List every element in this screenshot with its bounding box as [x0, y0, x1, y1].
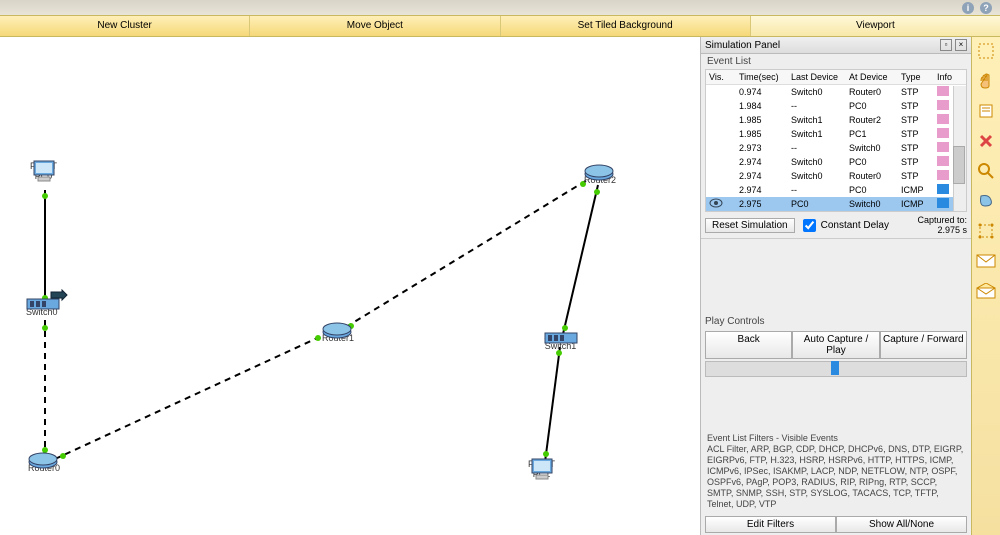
select-tool-icon[interactable] — [976, 41, 996, 61]
show-all-none-button[interactable]: Show All/None — [836, 516, 967, 533]
new-cluster-button[interactable]: New Cluster — [0, 16, 250, 36]
resize-tool-icon[interactable] — [976, 221, 996, 241]
event-row[interactable]: 2.974Switch0Router0STP — [706, 169, 966, 183]
help-icon[interactable]: ? — [980, 2, 992, 14]
back-button[interactable]: Back — [705, 331, 792, 359]
device-switch0[interactable]: 2950Switch0 — [26, 295, 58, 317]
envelope-open-icon[interactable] — [976, 281, 996, 301]
device-router2[interactable]: 1841Router2 — [584, 163, 616, 185]
zoom-tool-icon[interactable] — [976, 161, 996, 181]
event-row[interactable]: 1.985Switch1Router2STP — [706, 113, 966, 127]
info-icon[interactable]: i — [962, 2, 974, 14]
play-controls-label: Play Controls — [705, 314, 967, 329]
event-list-table[interactable]: Vis. Time(sec) Last Device At Device Typ… — [705, 69, 967, 212]
captured-to-display: Captured to:2.975 s — [917, 215, 967, 235]
event-row[interactable]: 1.985Switch1PC1STP — [706, 127, 966, 141]
event-filters-list: ACL Filter, ARP, BGP, CDP, DHCP, DHCPv6,… — [707, 444, 965, 510]
device-switch1[interactable]: 2950-24Switch1 — [544, 329, 577, 351]
right-toolbar — [971, 37, 1000, 535]
event-list-label: Event List — [701, 54, 971, 69]
event-row[interactable]: 2.975PC0Switch0ICMP — [706, 197, 966, 211]
event-filters-label: Event List Filters - Visible Events — [707, 433, 965, 444]
constant-delay-checkbox[interactable] — [803, 219, 816, 232]
delete-tool-icon[interactable] — [976, 131, 996, 151]
device-pc0[interactable]: PC-PTPC0 — [30, 159, 57, 181]
reset-simulation-button[interactable]: Reset Simulation — [705, 218, 795, 233]
simulation-panel: Simulation Panel ▫ × Event List Vis. Tim… — [700, 37, 971, 535]
edit-filters-button[interactable]: Edit Filters — [705, 516, 836, 533]
topology-canvas[interactable]: PC-PTPC0 2950Switch0 1841Router0 1841Rou… — [0, 37, 700, 535]
device-router1[interactable]: 1841Router1 — [322, 321, 354, 343]
event-list-scrollbar[interactable] — [953, 86, 966, 211]
event-row[interactable]: 0.974Switch0Router0STP — [706, 85, 966, 100]
event-row[interactable]: 2.974--PC0ICMP — [706, 183, 966, 197]
panel-close-icon[interactable]: × — [955, 39, 967, 51]
event-row[interactable]: 2.973--Switch0STP — [706, 141, 966, 155]
play-speed-slider[interactable] — [705, 361, 967, 377]
device-pc1[interactable]: PC-PTPC1 — [528, 457, 555, 479]
envelope-closed-icon[interactable] — [976, 251, 996, 271]
event-row[interactable]: 2.974Switch0PC0STP — [706, 155, 966, 169]
simulation-panel-title: Simulation Panel — [705, 40, 780, 51]
device-router0[interactable]: 1841Router0 — [28, 451, 60, 473]
set-tiled-background-button[interactable]: Set Tiled Background — [501, 16, 751, 36]
main-toolbar: New Cluster Move Object Set Tiled Backgr… — [0, 15, 1000, 37]
auto-capture-play-button[interactable]: Auto Capture / Play — [792, 331, 879, 359]
event-row[interactable]: 1.984--PC0STP — [706, 99, 966, 113]
hand-tool-icon[interactable] — [976, 71, 996, 91]
move-object-button[interactable]: Move Object — [250, 16, 500, 36]
shape-tool-icon[interactable] — [976, 191, 996, 211]
viewport-button[interactable]: Viewport — [751, 16, 1000, 36]
title-bar: i ? — [0, 0, 1000, 15]
capture-forward-button[interactable]: Capture / Forward — [880, 331, 967, 359]
note-tool-icon[interactable] — [976, 101, 996, 121]
panel-undock-icon[interactable]: ▫ — [940, 39, 952, 51]
